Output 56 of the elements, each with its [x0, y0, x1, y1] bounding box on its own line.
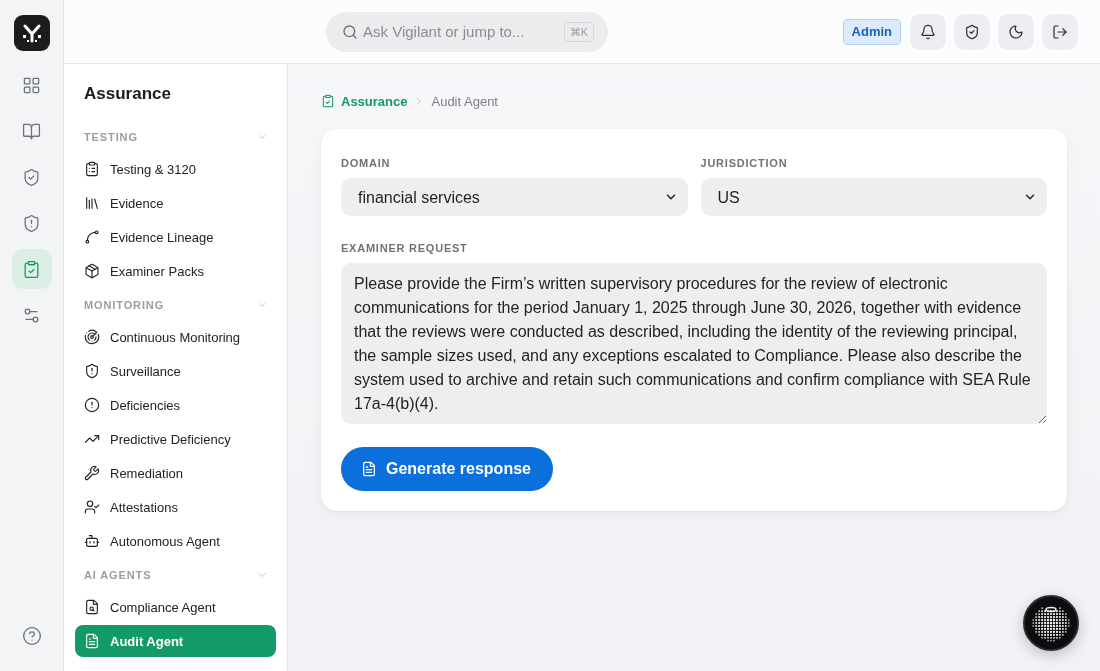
logo-icon [13, 15, 50, 51]
sidebar-item[interactable]: Examiner Packs [75, 255, 276, 287]
sidebar-item[interactable]: Surveillance [75, 355, 276, 387]
logout-icon [1052, 23, 1068, 40]
sidebar-item[interactable]: Audit Agent [75, 625, 276, 657]
notifications-button[interactable] [910, 13, 946, 50]
sidebar-item[interactable]: Attestations [75, 491, 276, 523]
role-badge: Admin [842, 18, 901, 45]
wrench-icon [84, 465, 100, 481]
sidebar-item[interactable]: Remediation [75, 457, 276, 489]
sidebar-item[interactable]: Evidence [75, 187, 276, 219]
clipboard-list-icon [84, 161, 100, 177]
file-search-icon [84, 599, 100, 615]
logout-button[interactable] [1042, 13, 1078, 50]
shortcut-hint: ⌘K [563, 21, 594, 42]
sidebar-item[interactable]: Deficiencies [75, 389, 276, 421]
sidebar-title: Assurance [84, 83, 172, 105]
branch-icon [84, 229, 100, 245]
book-icon [22, 121, 41, 141]
sidebar-item[interactable]: Testing & 3120 [75, 153, 276, 185]
moon-icon [1008, 23, 1024, 40]
robot-icon [84, 533, 100, 549]
shield-alert-icon [84, 363, 100, 379]
clipboard-check-icon [321, 94, 335, 108]
theme-toggle-button[interactable] [998, 13, 1034, 50]
sidebar-item[interactable]: Evidence Lineage [75, 221, 276, 253]
generate-response-button[interactable]: Generate response [341, 447, 553, 491]
document-icon [361, 461, 377, 477]
dotted-globe-icon [1032, 604, 1070, 642]
field-label: JURISDICTION [700, 156, 789, 171]
box-icon [84, 263, 100, 279]
document-icon [84, 633, 100, 649]
shield-check-icon [22, 167, 41, 187]
field-label: DOMAIN [341, 156, 392, 171]
sidebar-item[interactable]: Predictive Deficiency [75, 423, 276, 455]
field-label: EXAMINER REQUEST [341, 241, 469, 256]
help-icon [21, 626, 42, 646]
bell-icon [920, 23, 936, 40]
sidebar-item[interactable]: Autonomous Agent [75, 525, 276, 557]
request-textarea[interactable]: Please provide the Firm’s written supervisory procedures for the review of electronic communications for the period January 1, 2025 through June 30, 2026, together with evidence that the reviews were conducted as described, including the identity of the reviewing principal, the sample sizes used, and any exceptions escalated to Compliance. Please also describe the system used to archive and retain such communications and confirm compliance with SEA Rule 17a-4(b)(4). [341, 263, 1047, 424]
user-check-icon [84, 499, 100, 515]
sidebar-item[interactable]: Continuous Monitoring [75, 321, 276, 353]
dropdown-field[interactable]: financial services [341, 178, 688, 216]
grid-icon [22, 75, 41, 95]
security-button[interactable] [954, 13, 990, 50]
clipboard-check-icon [22, 259, 41, 279]
current-page-label: Audit Agent [431, 93, 498, 109]
shield-alert-icon [22, 213, 41, 233]
radar-icon [84, 329, 100, 345]
search-icon [342, 23, 358, 40]
rail-button[interactable] [11, 249, 52, 289]
dropdown-field[interactable]: US [700, 178, 1047, 216]
shield-check-icon [964, 23, 980, 40]
sidebar-item[interactable]: Compliance Agent [75, 591, 276, 623]
alert-circle-icon [84, 397, 100, 413]
books-icon [84, 195, 100, 211]
